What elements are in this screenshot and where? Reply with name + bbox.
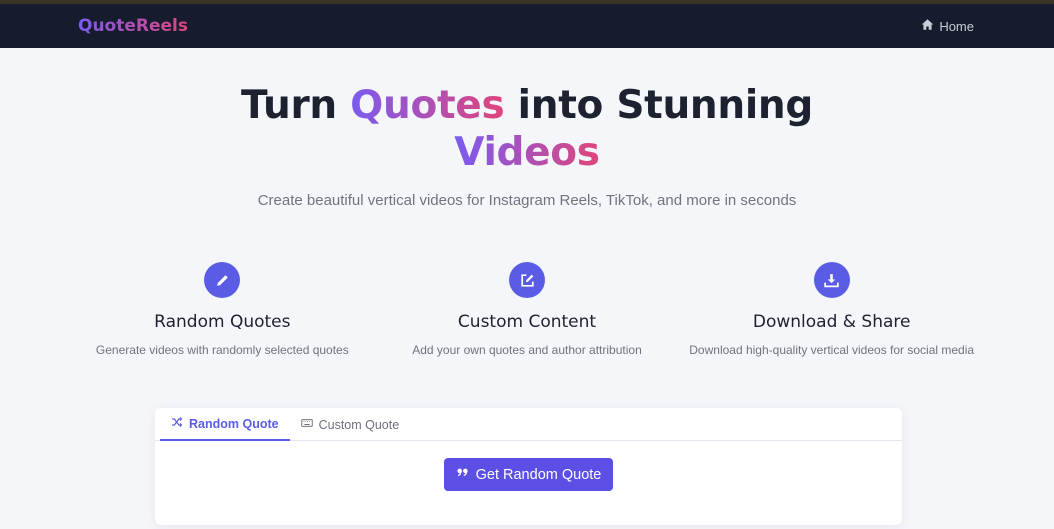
action-row: Get Random Quote: [155, 458, 902, 491]
quote-icon: [456, 466, 469, 483]
hero-subtitle: Create beautiful vertical videos for Ins…: [257, 192, 797, 209]
features-row: Random Quotes Generate videos with rando…: [0, 262, 1054, 358]
tab-label: Random Quote: [189, 416, 279, 431]
hero-title-highlight-quotes: Quotes: [350, 83, 505, 128]
hero-title: Turn Quotes into Stunning Videos: [0, 82, 1054, 176]
feature-description: Generate videos with randomly selected q…: [95, 343, 349, 357]
download-icon: [813, 262, 850, 298]
tab-custom-quote[interactable]: Custom Quote: [290, 408, 411, 441]
quote-generator-card: Random Quote Custom Quote Get Random Quo…: [155, 408, 902, 525]
hero-title-part2: into Stunning: [504, 83, 814, 128]
get-random-quote-button[interactable]: Get Random Quote: [443, 458, 614, 491]
feature-random-quotes: Random Quotes Generate videos with rando…: [70, 262, 375, 358]
home-icon: [921, 18, 934, 34]
feature-title: Download & Share: [752, 312, 911, 332]
hero: Turn Quotes into Stunning Videos Create …: [0, 48, 1054, 209]
keyboard-icon: [300, 417, 313, 432]
navbar: QuoteReels Home: [0, 4, 1054, 48]
feature-download-share: Download & Share Download high-quality v…: [679, 262, 984, 358]
tab-random-quote[interactable]: Random Quote: [160, 408, 290, 441]
nav-home-link[interactable]: Home: [921, 18, 974, 34]
shuffle-icon: [171, 416, 183, 431]
hero-title-part1: Turn: [240, 83, 351, 128]
button-label: Get Random Quote: [475, 466, 602, 483]
hero-title-highlight-videos: Videos: [454, 130, 600, 175]
nav-home-label: Home: [939, 18, 974, 34]
brand-logo[interactable]: QuoteReels: [78, 16, 188, 36]
feature-description: Download high-quality vertical videos fo…: [689, 343, 975, 357]
feature-custom-content: Custom Content Add your own quotes and a…: [375, 262, 680, 358]
quote-tabs: Random Quote Custom Quote: [155, 408, 902, 441]
edit-icon: [509, 262, 545, 298]
feature-description: Add your own quotes and author attributi…: [412, 343, 642, 357]
feature-title: Random Quotes: [154, 312, 291, 332]
pencil-icon: [204, 262, 241, 298]
feature-title: Custom Content: [457, 312, 597, 332]
tab-label: Custom Quote: [318, 417, 400, 432]
